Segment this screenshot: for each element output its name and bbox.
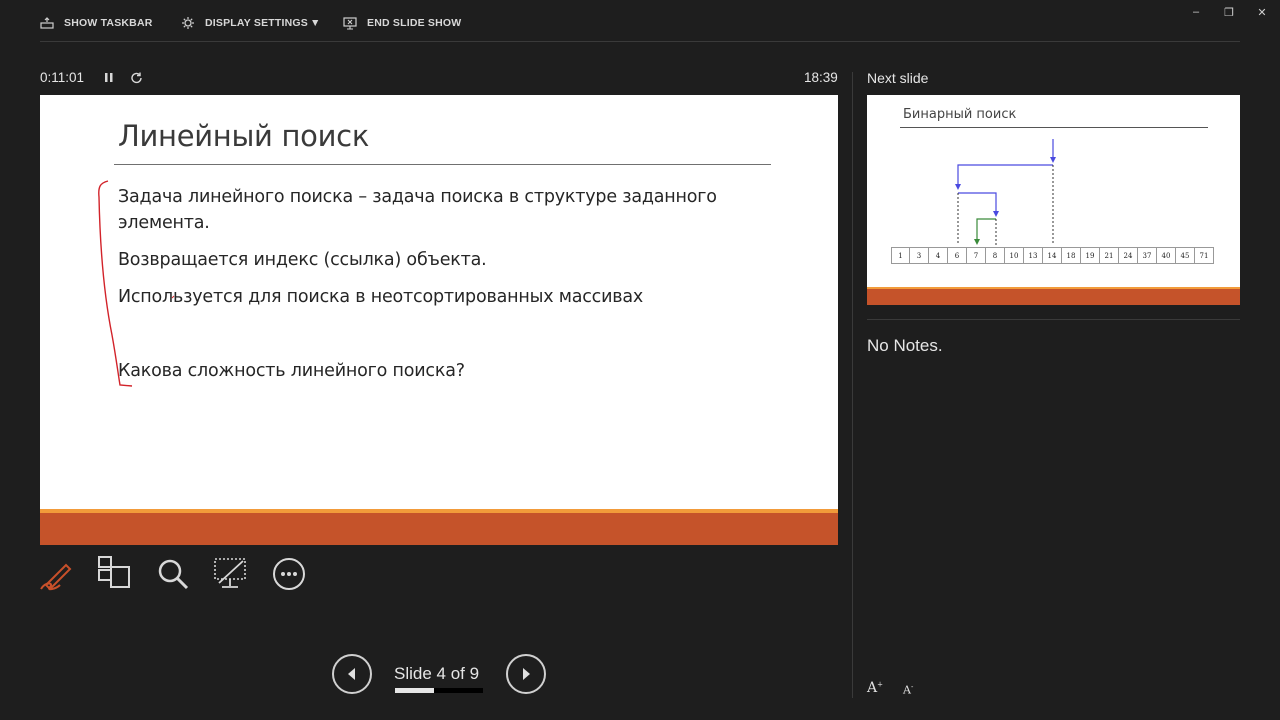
notes-divider: [867, 319, 1240, 320]
array-cell: 4: [929, 247, 948, 264]
next-slide-button[interactable]: [506, 654, 546, 694]
array-cell: 21: [1100, 247, 1119, 264]
display-settings-icon: [182, 17, 194, 29]
slide-progress-fill: [395, 688, 435, 693]
thumb-footer-bar: [867, 289, 1240, 305]
toolbar-divider: [40, 41, 1240, 42]
slide-counter[interactable]: Slide 4 of 9: [394, 664, 479, 684]
pane-divider: [852, 72, 853, 698]
decrease-font-icon: A: [903, 683, 911, 697]
pause-timer-button[interactable]: [102, 70, 116, 86]
show-taskbar-button[interactable]: SHOW TASKBAR: [40, 13, 153, 33]
speaker-notes: No Notes.: [867, 336, 943, 355]
array-cell: 10: [1005, 247, 1024, 264]
restart-icon: [131, 72, 142, 84]
pen-tool-button[interactable]: [38, 555, 76, 593]
previous-slide-button[interactable]: [332, 654, 372, 694]
display-settings-label: DISPLAY SETTINGS ▼: [205, 17, 321, 29]
pen-icon: [40, 563, 72, 591]
array-cell: 40: [1157, 247, 1176, 264]
end-show-icon: [343, 16, 357, 30]
array-cell: 8: [986, 247, 1005, 264]
next-slide-thumbnail[interactable]: Бинарный поиск 1 3 4 6 7 8 10 13 14 18 1…: [867, 95, 1240, 305]
thumb-array: 1 3 4 6 7 8 10 13 14 18 19 21 24 37 40 4…: [891, 247, 1214, 264]
close-icon: ✕: [1257, 6, 1267, 19]
array-cell: 1: [891, 247, 910, 264]
array-cell: 14: [1043, 247, 1062, 264]
increase-font-icon: A: [867, 680, 878, 696]
black-screen-button[interactable]: [211, 555, 249, 593]
red-ink-annotation: [98, 180, 175, 387]
array-cell: 71: [1195, 247, 1214, 264]
binary-search-arrows: [955, 139, 1056, 245]
minimize-button[interactable]: –: [1186, 4, 1206, 20]
array-cell: 18: [1062, 247, 1081, 264]
slide-progress-track: [395, 688, 483, 693]
slide-footer-bar: [40, 513, 838, 545]
restore-button[interactable]: ❐: [1219, 4, 1239, 20]
see-all-slides-icon: [98, 556, 130, 588]
pause-icon: [105, 73, 113, 82]
zoom-icon: [158, 559, 189, 590]
more-options-icon: [273, 558, 305, 590]
end-slide-show-label: END SLIDE SHOW: [367, 17, 462, 29]
array-cell: 19: [1081, 247, 1100, 264]
clock: 18:39: [804, 70, 838, 85]
current-slide[interactable]: Линейный поиск Задача линейного поиска –…: [40, 95, 838, 545]
chevron-down-icon: ▼: [309, 17, 321, 29]
show-taskbar-label: SHOW TASKBAR: [64, 17, 153, 29]
close-button[interactable]: ✕: [1252, 4, 1272, 20]
minimize-icon: –: [1192, 6, 1200, 18]
elapsed-time: 0:11:01: [40, 70, 85, 85]
array-cell: 13: [1024, 247, 1043, 264]
restore-icon: ❐: [1224, 6, 1234, 19]
display-settings-button[interactable]: DISPLAY SETTINGS ▼: [181, 13, 321, 33]
end-slide-show-button[interactable]: END SLIDE SHOW: [343, 13, 461, 33]
array-cell: 45: [1176, 247, 1195, 264]
array-cell: 37: [1138, 247, 1157, 264]
increase-font-button[interactable]: A+: [867, 680, 883, 696]
black-screen-icon: [214, 558, 246, 588]
taskbar-icon: [40, 17, 54, 29]
previous-arrow-icon: [348, 668, 355, 680]
array-cell: 7: [967, 247, 986, 264]
decrease-font-button[interactable]: A-: [903, 683, 913, 697]
more-options-button[interactable]: [270, 555, 308, 593]
array-cell: 24: [1119, 247, 1138, 264]
see-all-slides-button[interactable]: [95, 555, 133, 593]
array-cell: 3: [910, 247, 929, 264]
array-cell: 6: [948, 247, 967, 264]
zoom-button[interactable]: [154, 555, 192, 593]
reset-timer-button[interactable]: [129, 70, 145, 86]
next-slide-label: Next slide: [867, 70, 929, 86]
next-arrow-icon: [523, 668, 530, 680]
